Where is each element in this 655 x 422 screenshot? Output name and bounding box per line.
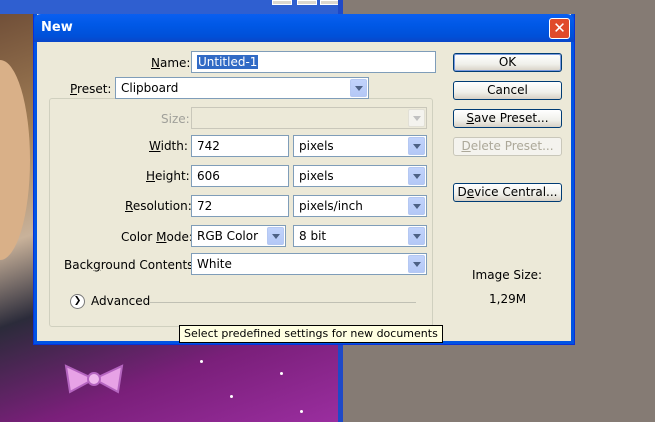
color-mode-value: RGB Color (197, 229, 259, 243)
resolution-unit-select[interactable]: pixels/inch (293, 195, 427, 217)
bit-depth-value: 8 bit (299, 229, 327, 243)
color-mode-select[interactable]: RGB Color (191, 225, 286, 247)
preset-label: Preset: (62, 82, 116, 96)
chevron-down-icon (408, 255, 425, 273)
color-mode-label: Color Mode: (121, 230, 193, 244)
chevron-down-icon (408, 167, 425, 185)
bow-image (64, 364, 124, 394)
height-label: Height: (146, 169, 190, 183)
sparkle (300, 410, 303, 413)
expand-advanced-icon[interactable]: ❯ (70, 294, 85, 309)
chevron-down-icon (267, 227, 284, 245)
chevron-down-icon (408, 227, 425, 245)
ok-button[interactable]: OK (453, 53, 562, 72)
dialog-title: New (41, 20, 73, 35)
sparkle (230, 395, 233, 398)
width-unit-value: pixels (299, 139, 334, 153)
preset-value: Clipboard (121, 81, 179, 95)
chevron-down-icon (408, 109, 425, 127)
chevron-down-icon (408, 137, 425, 155)
width-label: Width: (149, 139, 188, 153)
close-icon: ✕ (553, 19, 566, 37)
image-size-value: 1,29M (489, 292, 527, 306)
chevron-down-icon (350, 79, 367, 97)
resolution-input[interactable]: 72 (191, 195, 289, 217)
save-preset-button[interactable]: Save Preset... (453, 109, 562, 128)
chevron-down-icon (408, 197, 425, 215)
delete-preset-button: Delete Preset... (453, 137, 562, 156)
name-value: Untitled-1 (197, 55, 259, 69)
height-value: 606 (197, 169, 220, 183)
width-unit-select[interactable]: pixels (293, 135, 427, 157)
resolution-value: 72 (197, 199, 213, 213)
width-input[interactable]: 742 (191, 135, 289, 157)
name-label: Name: (151, 56, 191, 70)
background-maximize-button (297, 0, 317, 5)
preset-tooltip: Select predefined settings for new docum… (179, 325, 443, 343)
preset-select[interactable]: Clipboard (115, 77, 369, 99)
height-unit-select[interactable]: pixels (293, 165, 427, 187)
background-close-button (320, 0, 340, 5)
photo-face (0, 60, 30, 260)
close-button[interactable]: ✕ (549, 18, 570, 39)
bit-depth-select[interactable]: 8 bit (293, 225, 427, 247)
background-minimize-button (272, 0, 292, 5)
name-input[interactable]: Untitled-1 (191, 51, 436, 73)
background-contents-select[interactable]: White (191, 253, 427, 275)
size-label: Size: (161, 112, 190, 126)
advanced-divider (150, 302, 416, 303)
device-central-button[interactable]: Device Central... (453, 183, 562, 202)
sparkle (200, 360, 203, 363)
width-value: 742 (197, 139, 220, 153)
dialog-titlebar[interactable]: New ✕ (34, 14, 574, 42)
resolution-unit-value: pixels/inch (299, 199, 363, 213)
background-contents-value: White (197, 257, 232, 271)
new-document-dialog: New ✕ Name: Untitled-1 Preset: Clipboard… (33, 14, 575, 345)
sparkle (280, 372, 283, 375)
image-size-label: Image Size: (472, 268, 543, 282)
height-unit-value: pixels (299, 169, 334, 183)
size-select (191, 107, 427, 129)
resolution-label: Resolution: (125, 199, 192, 213)
background-contents-label: Background Contents: (64, 258, 198, 272)
advanced-label[interactable]: Advanced (91, 294, 150, 308)
height-input[interactable]: 606 (191, 165, 289, 187)
cancel-button[interactable]: Cancel (453, 81, 562, 100)
name-label-rest: ame: (159, 56, 191, 70)
